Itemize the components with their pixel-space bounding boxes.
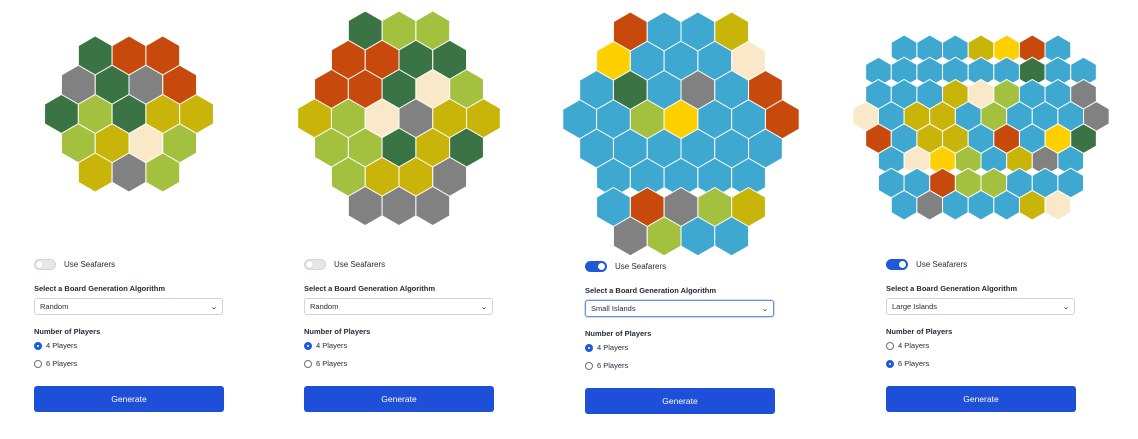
generate-button[interactable]: Generate [886, 386, 1076, 412]
players-radio-4[interactable] [304, 341, 312, 350]
hex-board [34, 34, 224, 194]
players-radio-6[interactable] [886, 359, 894, 368]
chevron-down-icon: ⌄ [761, 305, 769, 313]
seafarers-label: Use Seafarers [916, 260, 968, 269]
players-option-4[interactable]: 4 Players [585, 343, 628, 352]
players-label: Number of Players [585, 329, 652, 338]
hex-board-svg [852, 34, 1110, 221]
players-option-label: 4 Players [898, 341, 930, 350]
players-radio-6[interactable] [34, 359, 42, 368]
players-option-4[interactable]: 4 Players [304, 341, 347, 350]
algorithm-label: Select a Board Generation Algorithm [585, 286, 716, 295]
players-label: Number of Players [304, 327, 371, 336]
seafarers-label: Use Seafarers [64, 260, 116, 269]
hex-board-svg [562, 10, 800, 256]
players-radio-6[interactable] [304, 359, 312, 368]
players-option-label: 6 Players [46, 359, 78, 368]
algorithm-select[interactable]: Small Islands ⌄ [585, 300, 774, 317]
players-radio-4[interactable] [34, 341, 42, 350]
players-label: Number of Players [34, 327, 101, 336]
players-option-label: 6 Players [316, 359, 348, 368]
seafarers-toggle-row[interactable]: Use Seafarers [304, 259, 385, 270]
players-radio-4[interactable] [886, 341, 894, 350]
hex-board [297, 9, 501, 228]
players-option-label: 4 Players [597, 343, 629, 352]
players-option-6[interactable]: 6 Players [304, 359, 347, 368]
algorithm-select[interactable]: Random ⌄ [304, 298, 493, 315]
generate-button[interactable]: Generate [585, 388, 775, 414]
players-option-4[interactable]: 4 Players [34, 341, 77, 350]
hex-board-svg [44, 34, 214, 193]
seafarers-toggle[interactable] [304, 259, 326, 270]
players-label: Number of Players [886, 327, 953, 336]
seafarers-toggle[interactable] [585, 261, 607, 272]
players-option-label: 6 Players [597, 361, 629, 370]
algorithm-label: Select a Board Generation Algorithm [886, 284, 1017, 293]
players-option-label: 4 Players [316, 341, 348, 350]
seafarers-toggle[interactable] [886, 259, 908, 270]
players-radio-6[interactable] [585, 361, 593, 370]
generate-button[interactable]: Generate [34, 386, 224, 412]
hex-board-svg [297, 9, 501, 226]
players-option-label: 6 Players [898, 359, 930, 368]
generate-button[interactable]: Generate [304, 386, 494, 412]
seafarers-toggle[interactable] [34, 259, 56, 270]
algorithm-label: Select a Board Generation Algorithm [304, 284, 435, 293]
seafarers-toggle-row[interactable]: Use Seafarers [585, 261, 666, 272]
algorithm-select-value: Random [310, 302, 339, 311]
algorithm-select[interactable]: Large Islands ⌄ [886, 298, 1075, 315]
seafarers-label: Use Seafarers [615, 262, 667, 271]
algorithm-select-value: Random [40, 302, 69, 311]
algorithm-select-value: Small Islands [591, 304, 636, 313]
players-option-4[interactable]: 4 Players [886, 341, 929, 350]
players-option-6[interactable]: 6 Players [585, 361, 628, 370]
chevron-down-icon: ⌄ [1062, 303, 1070, 311]
chevron-down-icon: ⌄ [480, 303, 488, 311]
seafarers-label: Use Seafarers [334, 260, 386, 269]
algorithm-label: Select a Board Generation Algorithm [34, 284, 165, 293]
players-option-6[interactable]: 6 Players [34, 359, 77, 368]
hex-board [562, 10, 800, 258]
algorithm-select-value: Large Islands [892, 302, 938, 311]
hex-board [852, 34, 1110, 223]
players-option-6[interactable]: 6 Players [886, 359, 929, 368]
players-option-label: 4 Players [46, 341, 78, 350]
chevron-down-icon: ⌄ [210, 303, 218, 311]
algorithm-select[interactable]: Random ⌄ [34, 298, 223, 315]
seafarers-toggle-row[interactable]: Use Seafarers [886, 259, 967, 270]
seafarers-toggle-row[interactable]: Use Seafarers [34, 259, 115, 270]
players-radio-4[interactable] [585, 343, 593, 352]
